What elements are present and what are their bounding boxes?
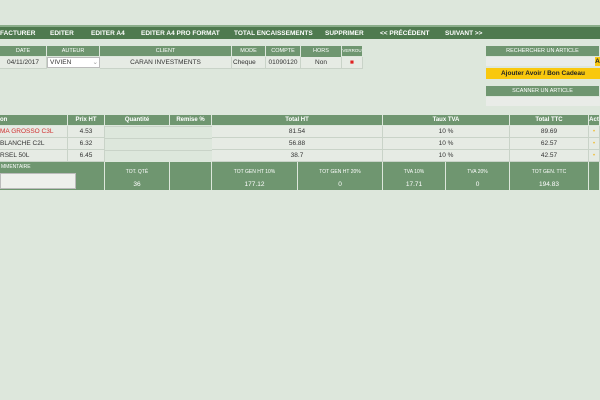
search-title: RECHERCHER UN ARTICLE — [486, 46, 600, 56]
ht20-value: 0 — [338, 181, 342, 188]
tot-ht10: TOT GEN HT 10% 177.12 — [212, 162, 298, 190]
lock-icon[interactable]: ■ — [342, 57, 363, 69]
footer-blank — [170, 162, 212, 190]
ttc-value: 194.83 — [539, 181, 559, 188]
mode-value: Cheque — [233, 59, 256, 66]
total-ht-cell: 38.7 — [212, 150, 383, 162]
tva-cell: 10 % — [383, 138, 510, 150]
col-act: Act — [589, 115, 600, 125]
col-verrou: VERROU — [342, 46, 363, 56]
col-mode: MODE — [232, 46, 266, 56]
ajouter-avoir-button[interactable]: Ajouter Avoir / Bon Cadeau — [486, 68, 600, 79]
client-value[interactable]: CARAN INVESTMENTS — [100, 57, 232, 69]
col-ttc: Total TTC — [510, 115, 589, 125]
col-client: CLIENT — [100, 46, 232, 56]
tva10: TVA 10% 17.71 — [383, 162, 446, 190]
col-total-ht: Total HT — [212, 115, 383, 125]
ttc-cell: 42.57 — [510, 150, 589, 162]
total-encaissements-button[interactable]: TOTAL ENCAISSEMENTS — [234, 30, 313, 37]
ttc-cell: 62.57 — [510, 138, 589, 150]
scan-input[interactable] — [486, 97, 600, 106]
col-tva: Taux TVA — [383, 115, 510, 125]
action-icon[interactable]: • — [589, 138, 600, 150]
commentaire-block: MMENTAIRE — [0, 162, 105, 190]
suivant-button[interactable]: SUIVANT >> — [445, 30, 482, 37]
total-ht-cell: 81.54 — [212, 126, 383, 138]
col-date: DATE — [0, 46, 47, 56]
editer-a4-pro-format-button[interactable]: EDITER A4 PRO FORMAT — [141, 30, 220, 37]
col-designation: on — [0, 115, 68, 125]
action-icon[interactable]: • — [589, 126, 600, 138]
tva20-label: TVA 20% — [467, 169, 488, 175]
remise-stepper[interactable]: 0⇕ — [172, 150, 205, 151]
auteur-select[interactable]: VIVIEN ⌄ — [47, 57, 100, 68]
ttc-label: TOT GEN. TTC — [531, 169, 567, 175]
supprimer-button[interactable]: SUPPRIMER — [325, 30, 364, 37]
precedent-button[interactable]: << PRÉCÉDENT — [380, 30, 430, 37]
compte-value: 01090120 — [266, 57, 301, 69]
remise-stepper[interactable]: 10⇕ — [172, 126, 205, 127]
prix-cell: 6.45 — [68, 150, 105, 162]
remise-stepper[interactable]: 10⇕ — [172, 138, 205, 139]
tva-cell: 10 % — [383, 126, 510, 138]
date-value: 04/11/2017 — [0, 57, 47, 69]
facturer-button[interactable]: FACTURER — [0, 30, 35, 37]
tot-qte-value: 36 — [133, 181, 141, 188]
quantity-input[interactable]: 10 — [119, 138, 156, 139]
tot-qte-label: TOT. QTÉ — [125, 169, 149, 175]
commentaire-label: MMENTAIRE — [1, 164, 31, 170]
tva10-value: 17.71 — [405, 181, 423, 188]
search-input[interactable] — [486, 57, 595, 66]
ttc-cell: 89.69 — [510, 126, 589, 138]
auteur-value: VIVIEN — [50, 59, 72, 66]
mode-select[interactable]: Cheque — [232, 57, 266, 69]
tva10-label: TVA 10% — [403, 169, 425, 175]
toolbar: FACTURER EDITER EDITER A4 EDITER A4 PRO … — [0, 25, 600, 39]
designation-cell: MA GROSSO C3L — [0, 126, 68, 138]
remise-cell: 10⇕ — [170, 138, 212, 139]
qte-cell: 10 — [105, 138, 170, 139]
scan-title: SCANNER UN ARTICLE — [486, 86, 600, 96]
remise-cell: 10⇕ — [170, 126, 212, 127]
hors-encours-value: Non — [301, 57, 342, 69]
quantity-input[interactable]: 6 — [119, 150, 156, 151]
commentaire-input[interactable] — [0, 173, 76, 189]
col-prix: Prix HT — [68, 115, 105, 125]
tva-cell: 10 % — [383, 150, 510, 162]
col-auteur: AUTEUR — [47, 46, 100, 56]
footer-act — [589, 162, 600, 190]
qte-cell: 20 — [105, 126, 170, 127]
col-compte: COMPTE — [266, 46, 301, 56]
designation-cell: RSEL 50L — [0, 150, 68, 162]
tot-qte: TOT. QTÉ 36 — [105, 162, 170, 190]
add-article-button[interactable]: A — [595, 57, 600, 66]
chevron-down-icon: ⌄ — [92, 59, 98, 66]
ht10-label: TOT GEN HT 10% — [233, 169, 276, 175]
remise-cell: 0⇕ — [170, 150, 212, 151]
quantity-input[interactable]: 20 — [119, 126, 156, 127]
tva20-value: 0 — [475, 181, 480, 188]
col-remise: Remise % — [170, 115, 212, 125]
qte-cell: 6 — [105, 150, 170, 151]
editer-a4-button[interactable]: EDITER A4 — [91, 30, 125, 37]
total-ht-cell: 56.88 — [212, 138, 383, 150]
ht10-value: 177.12 — [244, 181, 265, 188]
ht20-label: TOT GEN HT 20% — [319, 169, 361, 175]
prix-cell: 6.32 — [68, 138, 105, 150]
prix-cell: 4.53 — [68, 126, 105, 138]
tot-ht20: TOT GEN HT 20% 0 — [298, 162, 383, 190]
action-icon[interactable]: • — [589, 150, 600, 162]
designation-cell: BLANCHE C2L — [0, 138, 68, 150]
editer-button[interactable]: EDITER — [50, 30, 74, 37]
tva20: TVA 20% 0 — [446, 162, 510, 190]
col-qte: Quantité — [105, 115, 170, 125]
tot-ttc: TOT GEN. TTC 194.83 — [510, 162, 589, 190]
